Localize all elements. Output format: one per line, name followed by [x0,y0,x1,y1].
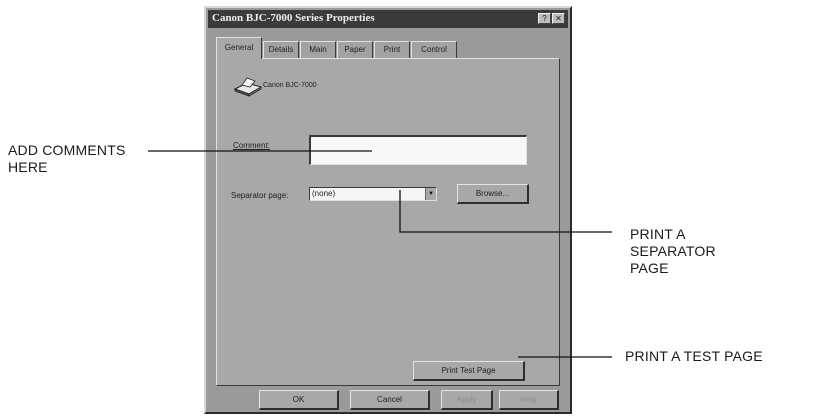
callout-print-separator: PRINT A SEPARATOR PAGE [630,226,716,277]
help-button[interactable]: Help [499,390,559,410]
close-icon[interactable]: ✕ [552,13,565,24]
apply-button[interactable]: Apply [441,390,493,410]
separator-page-label: Separator page: [231,191,289,200]
callout-add-comments-line-2: HERE [8,159,48,175]
callout-separator-line-1: PRINT A [630,226,686,242]
ok-button[interactable]: OK [259,390,339,410]
cancel-button[interactable]: Cancel [350,390,430,410]
comment-input[interactable] [309,135,527,165]
tab-main[interactable]: Main [300,41,336,58]
general-tab-panel: Canon BJC-7000 Comment: Separator page: … [216,58,560,386]
dialog-title: Canon BJC-7000 Series Properties [212,12,375,24]
callout-print-test-page: PRINT A TEST PAGE [625,348,763,364]
callout-separator-line-3: PAGE [630,260,669,276]
printer-icon [233,77,263,97]
help-icon[interactable]: ? [538,13,551,24]
title-bar[interactable]: Canon BJC-7000 Series Properties ? ✕ [208,10,568,28]
browse-button[interactable]: Browse... [457,184,529,204]
separator-page-value: (none) [312,189,336,198]
tab-control[interactable]: Control [411,41,457,58]
tab-print[interactable]: Print [374,41,410,58]
separator-page-select[interactable]: (none) ▼ [309,187,437,201]
print-test-page-button[interactable]: Print Test Page [413,361,525,381]
tab-details[interactable]: Details [263,41,299,58]
tab-paper[interactable]: Paper [337,41,373,58]
callout-add-comments: ADD COMMENTS HERE [8,142,126,176]
chevron-down-icon[interactable]: ▼ [425,188,436,200]
callout-separator-line-2: SEPARATOR [630,243,716,259]
tab-general[interactable]: General [216,37,262,59]
printer-name: Canon BJC-7000 [263,82,317,89]
callout-add-comments-line-1: ADD COMMENTS [8,142,126,158]
printer-properties-dialog: Canon BJC-7000 Series Properties ? ✕ Gen… [204,6,572,414]
comment-label: Comment: [233,141,270,150]
